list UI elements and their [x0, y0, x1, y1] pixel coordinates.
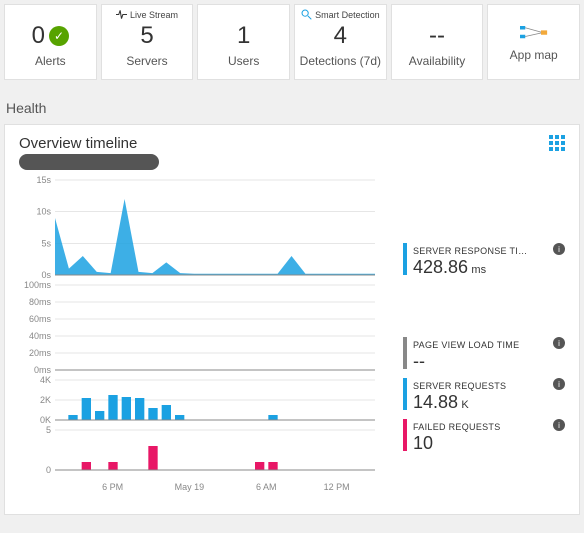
- stat-bar: [403, 419, 407, 451]
- stat-bar: [403, 243, 407, 275]
- stat-value: 10: [413, 433, 433, 453]
- svg-text:20ms: 20ms: [29, 348, 52, 358]
- panel-title: Overview timeline: [19, 135, 159, 152]
- svg-text:15s: 15s: [36, 176, 51, 185]
- stat-value: --: [413, 351, 425, 371]
- svg-text:60ms: 60ms: [29, 314, 52, 324]
- availability-label: Availability: [409, 54, 465, 68]
- grid-toggle-icon[interactable]: [549, 135, 565, 151]
- users-value: 1: [237, 22, 250, 50]
- smart-label: Detections (7d): [300, 54, 381, 68]
- tile-smartdetection[interactable]: Smart Detection 4 Detections (7d): [294, 4, 387, 80]
- stat-label: PAGE VIEW LOAD TIME: [413, 340, 519, 350]
- tile-livestream[interactable]: Live Stream 5 Servers: [101, 4, 194, 80]
- svg-text:12 PM: 12 PM: [324, 482, 350, 492]
- tile-alerts[interactable]: 0 ✓ Alerts: [4, 4, 97, 80]
- stat-server-requests[interactable]: SERVER REQUESTSi 14.88 K: [403, 378, 565, 413]
- svg-text:4K: 4K: [40, 375, 51, 385]
- magnifier-icon: [301, 9, 312, 20]
- alerts-label: Alerts: [35, 54, 66, 68]
- info-icon[interactable]: i: [553, 378, 565, 390]
- summary-tiles: 0 ✓ Alerts Live Stream 5 Servers 1 Users…: [0, 0, 584, 84]
- svg-text:80ms: 80ms: [29, 297, 52, 307]
- livestream-top: Live Stream: [130, 10, 178, 20]
- svg-text:0K: 0K: [40, 415, 51, 425]
- pulse-icon: [116, 9, 127, 20]
- stat-value: 14.88: [413, 392, 458, 412]
- stat-bar: [403, 337, 407, 369]
- svg-text:0s: 0s: [41, 270, 51, 280]
- livestream-value: 5: [140, 22, 153, 50]
- smart-value: 4: [334, 22, 347, 50]
- svg-text:40ms: 40ms: [29, 331, 52, 341]
- smart-top: Smart Detection: [315, 10, 380, 20]
- info-icon[interactable]: i: [553, 337, 565, 349]
- stat-response-time[interactable]: SERVER RESPONSE TI…i 428.86 ms: [403, 243, 565, 278]
- svg-text:5s: 5s: [41, 238, 51, 248]
- health-title: Health: [0, 84, 584, 124]
- stat-bar: [403, 378, 407, 410]
- redacted-subtitle: [19, 154, 159, 170]
- stat-value: 428.86: [413, 257, 468, 277]
- svg-text:2K: 2K: [40, 395, 51, 405]
- overview-chart[interactable]: 0s 5s 10s 15s 0ms 20ms 40ms 60ms 80ms 100ms 0K 2K 4K…: [19, 176, 379, 496]
- stat-pageview-load[interactable]: PAGE VIEW LOAD TIME i --: [403, 337, 565, 372]
- alerts-value: 0: [32, 22, 45, 50]
- svg-text:6 AM: 6 AM: [256, 482, 277, 492]
- availability-value: --: [429, 22, 445, 50]
- svg-text:May 19: May 19: [175, 482, 205, 492]
- svg-text:100ms: 100ms: [24, 280, 52, 290]
- stat-failed-requests[interactable]: FAILED REQUESTS i 10: [403, 419, 565, 454]
- info-icon[interactable]: i: [553, 243, 565, 255]
- appmap-icon: [520, 22, 548, 44]
- svg-text:0ms: 0ms: [34, 365, 52, 375]
- appmap-label: App map: [510, 48, 558, 62]
- tile-availability[interactable]: -- Availability: [391, 4, 484, 80]
- stat-label: SERVER REQUESTS: [413, 381, 506, 391]
- svg-text:10s: 10s: [36, 207, 51, 217]
- check-icon: ✓: [49, 26, 69, 46]
- info-icon[interactable]: i: [553, 419, 565, 431]
- livestream-label: Servers: [126, 54, 167, 68]
- svg-text:0: 0: [46, 465, 51, 475]
- overview-panel: Overview timeline 0s 5s 10s 15s 0ms 20ms 40ms 6…: [4, 124, 580, 515]
- svg-text:5: 5: [46, 425, 51, 435]
- svg-text:6 PM: 6 PM: [102, 482, 123, 492]
- stat-label: SERVER RESPONSE TI…: [413, 246, 527, 256]
- users-label: Users: [228, 54, 259, 68]
- tile-users[interactable]: 1 Users: [197, 4, 290, 80]
- stat-label: FAILED REQUESTS: [413, 422, 501, 432]
- tile-appmap[interactable]: App map: [487, 4, 580, 80]
